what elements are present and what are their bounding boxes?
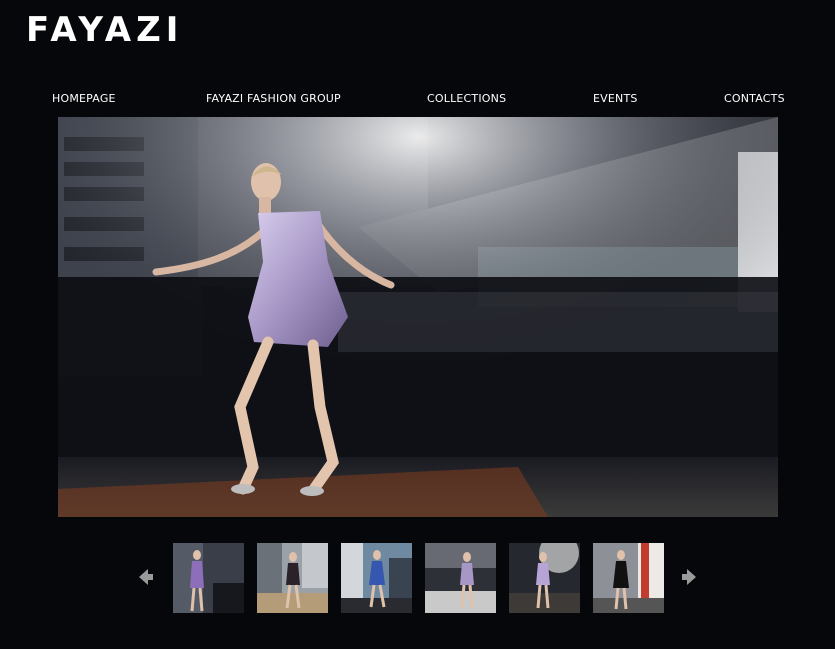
thumbnail-2[interactable] — [257, 543, 328, 613]
nav-item-homepage[interactable]: HOMEPAGE — [52, 92, 116, 105]
thumbnail-5[interactable] — [509, 543, 580, 613]
arrow-right-icon[interactable] — [680, 568, 698, 586]
thumbnail-6[interactable] — [593, 543, 664, 613]
nav-item-contacts[interactable]: CONTACTS — [724, 92, 785, 105]
main-gallery-image — [58, 117, 778, 517]
thumbnail-3[interactable] — [341, 543, 412, 613]
thumbnail-4[interactable] — [425, 543, 496, 613]
thumbnail-1[interactable] — [173, 543, 244, 613]
nav-item-collections[interactable]: COLLECTIONS — [427, 92, 506, 105]
thumbnail-strip — [0, 543, 835, 613]
brand-logo[interactable]: FAYAZI — [26, 10, 183, 50]
nav-item-events[interactable]: EVENTS — [593, 92, 638, 105]
nav-item-fayazi-fashion-group[interactable]: FAYAZI FASHION GROUP — [206, 92, 341, 105]
main-nav: HOMEPAGE FAYAZI FASHION GROUP COLLECTION… — [0, 92, 835, 112]
